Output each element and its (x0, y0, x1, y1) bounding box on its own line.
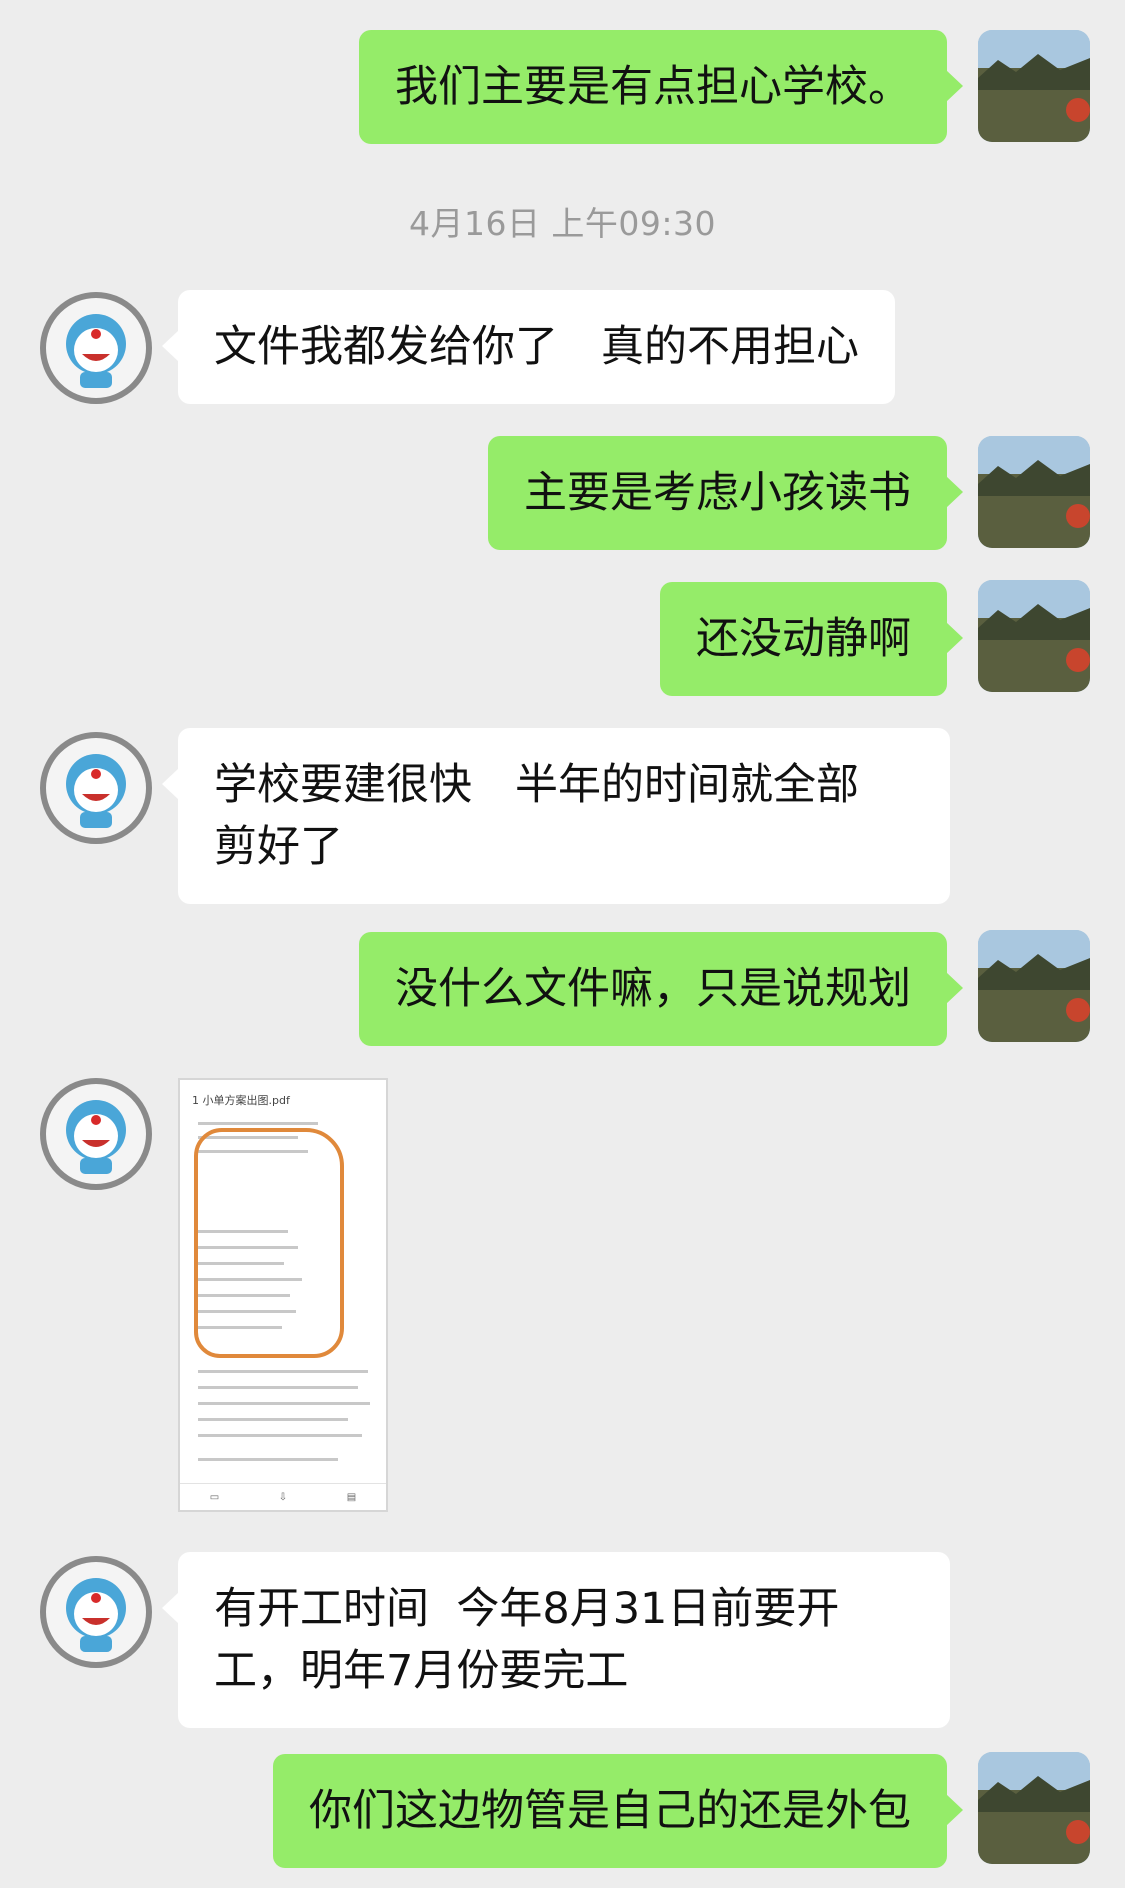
contact-avatar[interactable] (40, 1556, 152, 1668)
message-bubble-received[interactable]: 文件我都发给你了 真的不用担心 (162, 290, 895, 404)
my-avatar[interactable] (978, 30, 1090, 142)
message-bubble-sent[interactable]: 还没动静啊 (660, 582, 963, 696)
my-avatar[interactable] (978, 930, 1090, 1042)
message-bubble-received[interactable]: 学校要建很快 半年的时间就全部 剪好了 (162, 728, 950, 904)
doc-footer-icon: ⇩ (278, 1491, 288, 1503)
my-avatar[interactable] (978, 436, 1090, 548)
landscape-avatar-icon (978, 1752, 1090, 1864)
cartoon-avatar-icon (66, 754, 126, 828)
chat-timestamp: 4月16日 上午09:30 (408, 204, 717, 243)
landscape-avatar-icon (978, 436, 1090, 548)
cartoon-avatar-icon (66, 314, 126, 388)
contact-avatar[interactable] (40, 292, 152, 404)
landscape-avatar-icon (978, 30, 1090, 142)
doc-footer-icon: ▭ (209, 1491, 220, 1503)
contact-avatar[interactable] (40, 732, 152, 844)
landscape-avatar-icon (978, 580, 1090, 692)
my-avatar[interactable] (978, 1752, 1090, 1864)
document-screenshot-message[interactable]: 1 小单方案出图.pdf ▭ ⇩ ▤ (178, 1078, 388, 1512)
chat-window: 我们主要是有点担心学校。 4月16日 上午09:30 文件我都发给你了 真的不用… (0, 0, 1125, 1888)
contact-avatar[interactable] (40, 1078, 152, 1190)
document-footer-bar: ▭ ⇩ ▤ (180, 1483, 386, 1510)
highlight-circle (194, 1128, 344, 1358)
message-bubble-sent[interactable]: 我们主要是有点担心学校。 (359, 30, 963, 144)
message-bubble-received[interactable]: 有开工时间 今年8月31日前要开 工，明年7月份要完工 (162, 1552, 950, 1728)
landscape-avatar-icon (978, 930, 1090, 1042)
my-avatar[interactable] (978, 580, 1090, 692)
doc-footer-icon: ▤ (346, 1491, 357, 1503)
document-filename: 1 小单方案出图.pdf (192, 1094, 290, 1107)
message-bubble-sent[interactable]: 你们这边物管是自己的还是外包 (273, 1754, 963, 1868)
cartoon-avatar-icon (66, 1578, 126, 1652)
cartoon-avatar-icon (66, 1100, 126, 1174)
message-bubble-sent[interactable]: 主要是考虑小孩读书 (488, 436, 963, 550)
message-bubble-sent[interactable]: 没什么文件嘛，只是说规划 (359, 932, 963, 1046)
